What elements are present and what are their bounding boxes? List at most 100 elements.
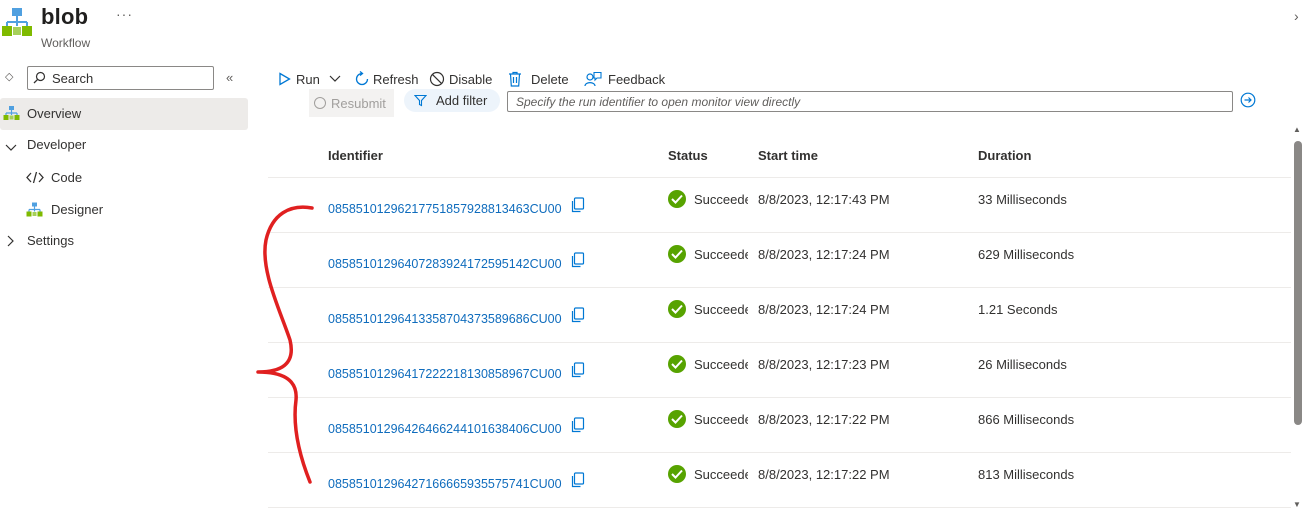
logic-app-icon: [2, 6, 32, 40]
search-icon: [33, 71, 46, 84]
run-label: Run: [296, 71, 320, 87]
collapse-sidebar-icon[interactable]: «: [226, 70, 233, 85]
designer-icon: [26, 202, 43, 221]
success-check-icon: [668, 410, 686, 428]
start-time-text: 8/8/2023, 12:17:24 PM: [758, 247, 890, 262]
delete-button[interactable]: Delete: [508, 69, 569, 89]
table-row[interactable]: 08585101296407283924172595142CU00 Succeed…: [268, 233, 1291, 288]
status-text: Succeeded: [694, 301, 748, 317]
annotation-brace-drawing: [256, 205, 314, 484]
refresh-label: Refresh: [373, 71, 419, 87]
start-time-text: 8/8/2023, 12:17:43 PM: [758, 192, 890, 207]
column-header-identifier[interactable]: Identifier: [328, 148, 383, 163]
refresh-button[interactable]: Refresh: [354, 69, 419, 89]
run-button[interactable]: Run: [278, 69, 346, 89]
resubmit-label: Resubmit: [331, 95, 386, 111]
sidebar-item-overview[interactable]: Overview: [0, 98, 248, 130]
more-options-icon[interactable]: ···: [116, 6, 133, 22]
status-text: Succeeded: [694, 191, 748, 207]
status-cell: Succeeded: [668, 355, 748, 373]
sidebar-item-label: Code: [51, 170, 83, 185]
run-identifier-input[interactable]: [507, 91, 1233, 112]
status-cell: Succeeded: [668, 190, 748, 208]
start-time-text: 8/8/2023, 12:17:22 PM: [758, 467, 890, 482]
status-cell: Succeeded: [668, 410, 748, 428]
copy-icon[interactable]: [570, 307, 585, 326]
start-time-text: 8/8/2023, 12:17:22 PM: [758, 412, 890, 427]
feedback-icon: [584, 71, 602, 86]
search-input[interactable]: [52, 69, 210, 87]
scroll-down-arrow[interactable]: ▼: [1293, 500, 1301, 509]
table-row[interactable]: 08585101296427166665935575741CU00 Succeed…: [268, 453, 1291, 508]
chevron-down-icon: [5, 140, 17, 155]
disable-label: Disable: [449, 71, 493, 87]
success-check-icon: [668, 355, 686, 373]
refresh-icon: [355, 71, 369, 86]
chevron-down-icon[interactable]: [329, 75, 341, 83]
sidebar-item-label: Designer: [51, 202, 104, 217]
disable-button[interactable]: Disable: [429, 69, 492, 89]
success-check-icon: [668, 245, 686, 263]
table-row[interactable]: 08585101296417222218130858967CU00 Succeed…: [268, 343, 1291, 398]
sidebar-item-label: Developer: [27, 137, 87, 152]
table-row[interactable]: 08585101296217751857928813463CU00 Succeed…: [268, 178, 1291, 233]
duration-text: 866 Milliseconds: [978, 412, 1075, 427]
row-divider: [268, 507, 1291, 508]
duration-text: 629 Milliseconds: [978, 247, 1075, 262]
close-icon[interactable]: ›: [1294, 8, 1299, 24]
expand-toggle-icon[interactable]: ◇: [5, 70, 13, 83]
sidebar-item-label: Settings: [27, 233, 74, 248]
run-identifier-link[interactable]: 08585101296427166665935575741CU00: [328, 477, 562, 491]
duration-text: 813 Milliseconds: [978, 467, 1075, 482]
success-check-icon: [668, 190, 686, 208]
chevron-right-icon: [7, 235, 15, 250]
scroll-up-arrow[interactable]: ▲: [1293, 125, 1301, 134]
run-identifier-link[interactable]: 08585101296426466244101638406CU00: [328, 422, 562, 436]
page-title: blob: [41, 4, 89, 29]
run-identifier-link[interactable]: 08585101296217751857928813463CU00: [328, 202, 562, 216]
column-header-status[interactable]: Status: [668, 148, 708, 163]
copy-icon[interactable]: [570, 252, 585, 271]
status-text: Succeeded: [694, 411, 748, 427]
copy-icon[interactable]: [570, 197, 585, 216]
status-cell: Succeeded: [668, 300, 748, 318]
sidebar-search[interactable]: [27, 66, 214, 90]
play-icon: [279, 72, 291, 86]
page-subtitle: Workflow: [41, 36, 91, 50]
status-text: Succeeded: [694, 466, 748, 482]
add-filter-label: Add filter: [436, 93, 488, 108]
feedback-button[interactable]: Feedback: [584, 69, 665, 89]
status-cell: Succeeded: [668, 245, 748, 263]
feedback-label: Feedback: [608, 71, 666, 87]
run-identifier-link[interactable]: 08585101296413358704373589686CU00: [328, 312, 562, 326]
run-identifier-link[interactable]: 08585101296407283924172595142CU00: [328, 257, 562, 271]
status-text: Succeeded: [694, 356, 748, 372]
table-row[interactable]: 08585101296413358704373589686CU00 Succeed…: [268, 288, 1291, 343]
sidebar-item-code[interactable]: Code: [0, 162, 248, 194]
resubmit-button[interactable]: Resubmit: [309, 89, 394, 117]
copy-icon[interactable]: [570, 417, 585, 436]
duration-text: 1.21 Seconds: [978, 302, 1058, 317]
sidebar-item-developer[interactable]: Developer: [0, 129, 248, 161]
sidebar-item-settings[interactable]: Settings: [0, 225, 248, 257]
copy-icon[interactable]: [570, 362, 585, 381]
trash-icon: [509, 71, 521, 87]
table-row[interactable]: 08585101296426466244101638406CU00 Succeed…: [268, 398, 1291, 453]
run-identifier-link[interactable]: 08585101296417222218130858967CU00: [328, 367, 562, 381]
filter-icon: [414, 94, 427, 107]
column-header-duration[interactable]: Duration: [978, 148, 1031, 163]
start-time-text: 8/8/2023, 12:17:24 PM: [758, 302, 890, 317]
column-header-start-time[interactable]: Start time: [758, 148, 818, 163]
copy-icon[interactable]: [570, 472, 585, 491]
start-time-text: 8/8/2023, 12:17:23 PM: [758, 357, 890, 372]
status-cell: Succeeded: [668, 465, 748, 483]
scrollbar-thumb[interactable]: [1294, 141, 1302, 425]
status-text: Succeeded: [694, 246, 748, 262]
success-check-icon: [668, 465, 686, 483]
go-arrow-icon[interactable]: [1240, 92, 1256, 111]
add-filter-button[interactable]: Add filter: [404, 89, 500, 112]
sidebar-item-designer[interactable]: Designer: [0, 194, 248, 226]
sidebar-item-label: Overview: [27, 106, 82, 121]
duration-text: 33 Milliseconds: [978, 192, 1067, 207]
success-check-icon: [668, 300, 686, 318]
